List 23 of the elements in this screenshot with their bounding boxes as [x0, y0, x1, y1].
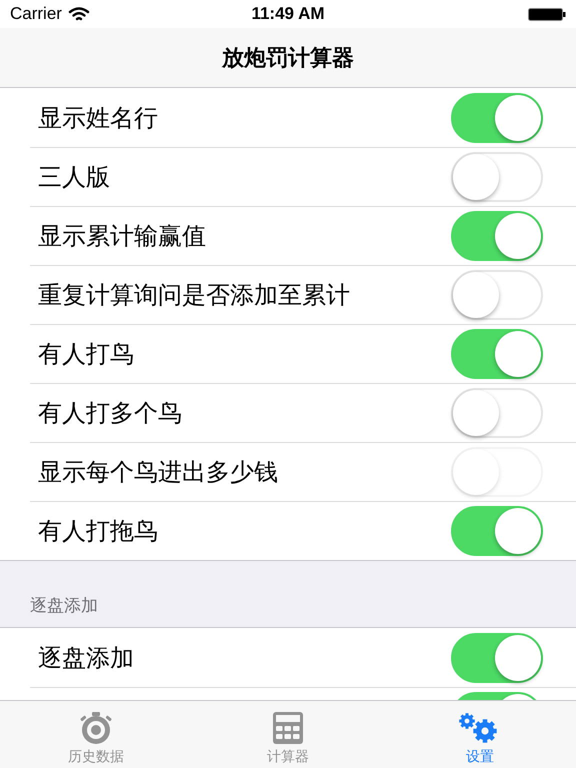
setting-label: 三人版 [38, 162, 111, 192]
toggle-switch[interactable] [451, 632, 543, 682]
setting-label: 有人打鸟 [38, 338, 135, 370]
tab-item[interactable]: 历史数据 [0, 701, 192, 768]
setting-label: 显示姓名行 [38, 102, 159, 134]
setting-label: 显示累计输赢值 [38, 220, 207, 252]
status-time: 11:49 AM [251, 4, 325, 24]
setting-label: 重复计算询问是否添加至累计 [38, 280, 351, 310]
setting-label: 显示每个鸟进出多少钱 [38, 456, 279, 488]
carrier-name: Carrier [10, 4, 62, 24]
wifi-icon [68, 6, 90, 22]
setting-label: 逐盘添加 [38, 642, 135, 674]
setting-label: 有人打多个鸟 [38, 398, 183, 428]
section-header: 逐盘添加 [30, 595, 98, 617]
setting-label: 有人打拖鸟 [38, 516, 159, 546]
toggle-switch[interactable] [451, 506, 543, 556]
toggle-switch[interactable] [451, 92, 543, 142]
tab-item[interactable]: 计算器 [192, 701, 384, 768]
toggle-switch[interactable] [451, 328, 543, 378]
tab-item[interactable]: 设置 [384, 701, 576, 768]
toggle-switch[interactable] [451, 210, 543, 260]
nav-title: 放炮罚计算器 [222, 44, 354, 72]
battery-icon [528, 8, 566, 20]
